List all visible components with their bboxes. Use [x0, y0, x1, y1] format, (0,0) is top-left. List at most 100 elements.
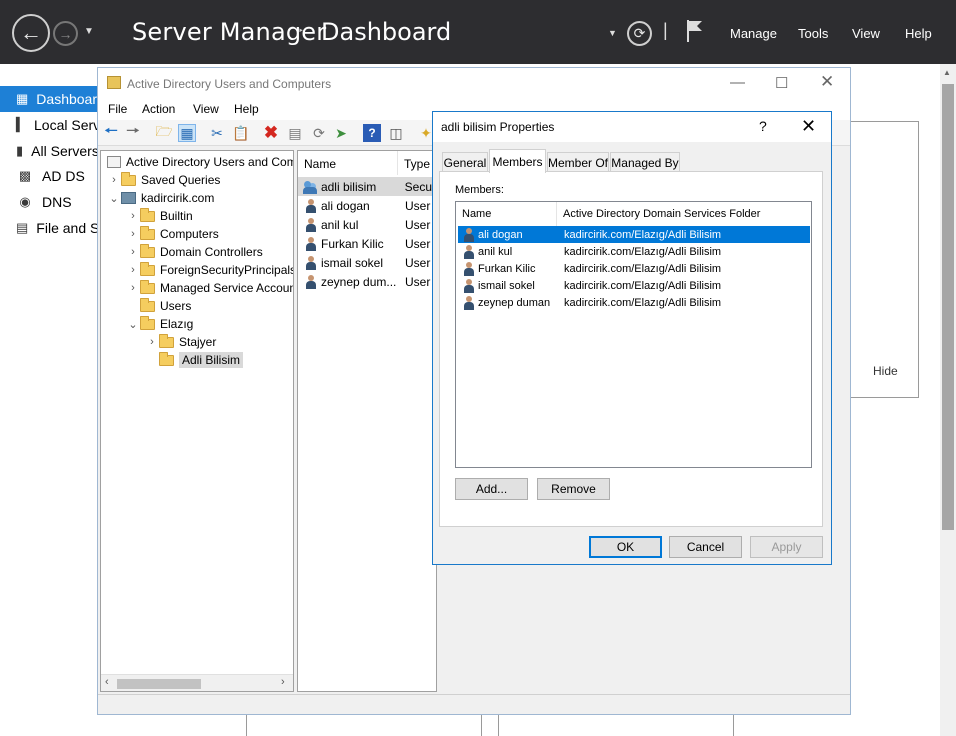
expand-icon[interactable]: › — [107, 174, 121, 186]
menu-help[interactable]: Help — [234, 102, 259, 116]
hide-link[interactable]: Hide — [873, 364, 898, 378]
table-row[interactable]: anil kul kadircirik.com/Elazıg/Adli Bilis… — [458, 243, 810, 260]
horizontal-scrollbar[interactable]: ‹ › — [101, 674, 293, 691]
tree-item-domain-controllers[interactable]: › Domain Controllers — [126, 243, 263, 261]
sidebar-item-local-server[interactable]: ▍ Local Server — [0, 112, 98, 138]
user-icon — [305, 274, 317, 289]
column-header-type[interactable]: Type — [404, 157, 430, 171]
list-item[interactable]: anil kul User — [298, 215, 436, 234]
expand-icon[interactable]: › — [126, 264, 140, 276]
column-divider[interactable] — [397, 151, 398, 175]
expand-icon[interactable]: › — [126, 246, 140, 258]
list-item[interactable]: ali dogan User — [298, 196, 436, 215]
sidebar-item-ad-ds[interactable]: ▩ AD DS — [0, 163, 98, 189]
list-item[interactable]: zeynep dum... User — [298, 272, 436, 291]
tree-item-elazig[interactable]: ⌄ Elazıg — [126, 315, 193, 333]
show-tree-icon[interactable]: ▦ — [178, 124, 196, 142]
cancel-button[interactable]: Cancel — [669, 536, 742, 558]
copy-icon[interactable]: 📋 — [232, 124, 250, 142]
back-arrow-icon[interactable]: ← — [12, 14, 50, 52]
export-list-icon[interactable]: ➤ — [332, 124, 350, 142]
tree-item-label: Builtin — [160, 209, 193, 223]
history-dropdown-icon[interactable]: ▼ — [84, 26, 94, 37]
table-row[interactable]: ali dogan kadircirik.com/Elazıg/Adli Bili… — [458, 226, 810, 243]
tree-item-saved-queries[interactable]: › Saved Queries — [107, 171, 220, 189]
tree-item-stajyer[interactable]: › Stajyer — [145, 333, 216, 351]
expand-icon[interactable]: › — [126, 282, 140, 294]
back-icon[interactable]: 🠔 — [102, 123, 120, 142]
expand-icon[interactable]: › — [126, 210, 140, 222]
remove-button[interactable]: Remove — [537, 478, 610, 500]
console-icon[interactable]: ◫ — [387, 124, 405, 142]
menu-file[interactable]: File — [108, 102, 127, 116]
collapse-icon[interactable]: ⌄ — [107, 192, 121, 205]
sidebar-item-dns[interactable]: ◉ DNS — [0, 189, 98, 215]
tab-managed-by[interactable]: Managed By — [610, 152, 680, 172]
expand-icon[interactable]: › — [145, 336, 159, 348]
help-icon[interactable]: ? — [363, 124, 381, 142]
delete-icon[interactable]: ✖ — [262, 123, 280, 142]
menu-help[interactable]: Help — [905, 26, 932, 41]
scroll-up-icon[interactable]: ▲ — [943, 68, 951, 77]
tree-item-foreign-security-principals[interactable]: › ForeignSecurityPrincipals — [126, 261, 293, 279]
dropdown-icon[interactable]: ▼ — [608, 28, 617, 38]
forward-icon[interactable]: 🠖 — [124, 123, 142, 142]
properties-icon[interactable]: ▤ — [286, 124, 304, 142]
tree-item-adli-bilisim[interactable]: Adli Bilisim — [145, 351, 244, 369]
sidebar-item-label: AD DS — [42, 168, 85, 184]
tree-item-computers[interactable]: › Computers — [126, 225, 219, 243]
close-icon[interactable]: ✕ — [801, 116, 816, 137]
toolbar-divider: | — [663, 20, 668, 40]
results-pane: Name Type adli bilisim Secur ali dogan Use… — [297, 150, 437, 692]
tree-item-label: Saved Queries — [141, 173, 221, 187]
collapse-icon[interactable]: ⌄ — [126, 318, 140, 331]
sidebar-item-file-storage[interactable]: ▤ File and Storage Services — [0, 215, 98, 241]
tree-item-users[interactable]: Users — [126, 297, 191, 315]
scrollbar-thumb[interactable] — [117, 679, 201, 689]
tree-item-builtin[interactable]: › Builtin — [126, 207, 193, 225]
sidebar-item-all-servers[interactable]: ▮ All Servers — [0, 138, 98, 164]
up-folder-icon[interactable]: 🗁 — [155, 123, 173, 142]
forward-arrow-icon[interactable]: → — [53, 21, 78, 46]
tab-member-of[interactable]: Member Of — [547, 152, 609, 172]
cut-icon[interactable]: ✂ — [208, 124, 226, 142]
maximize-icon[interactable]: ☐ — [775, 74, 788, 92]
menu-tools[interactable]: Tools — [798, 26, 828, 41]
table-row[interactable]: ismail sokel kadircirik.com/Elazıg/Adli B… — [458, 277, 810, 294]
table-row[interactable]: Furkan Kilic kadircirik.com/Elazıg/Adli B… — [458, 260, 810, 277]
members-list[interactable]: Name Active Directory Domain Services Fo… — [455, 201, 812, 468]
tree-root[interactable]: Active Directory Users and Computers — [107, 153, 293, 171]
expand-icon[interactable]: › — [126, 228, 140, 240]
ok-button[interactable]: OK — [589, 536, 662, 558]
tree-item-managed-service-accounts[interactable]: › Managed Service Accounts — [126, 279, 293, 297]
menu-view[interactable]: View — [193, 102, 219, 116]
folder-icon — [140, 243, 155, 258]
column-header-name[interactable]: Name — [456, 202, 557, 226]
scrollbar-thumb[interactable] — [942, 84, 954, 530]
flag-icon[interactable] — [685, 18, 705, 44]
add-button[interactable]: Add... — [455, 478, 528, 500]
apply-button[interactable]: Apply — [750, 536, 823, 558]
tab-members[interactable]: Members — [489, 149, 546, 173]
scroll-left-icon[interactable]: ‹ — [105, 676, 109, 688]
menu-manage[interactable]: Manage — [730, 26, 777, 41]
table-row[interactable]: zeynep duman kadircirik.com/Elazıg/Adli B… — [458, 294, 810, 311]
sidebar-item-dashboard[interactable]: ▦ Dashboard — [0, 86, 98, 112]
help-button[interactable]: ? — [759, 118, 767, 134]
list-item[interactable]: Furkan Kilic User — [298, 234, 436, 253]
list-item[interactable]: ismail sokel User — [298, 253, 436, 272]
menu-action[interactable]: Action — [142, 102, 175, 116]
dashboard-tile — [850, 121, 919, 398]
list-item[interactable]: adli bilisim Secur — [298, 177, 436, 196]
refresh-icon[interactable]: ⟳ — [310, 124, 328, 142]
scroll-right-icon[interactable]: › — [281, 676, 285, 688]
menu-view[interactable]: View — [852, 26, 880, 41]
column-header-folder[interactable]: Active Directory Domain Services Folder — [557, 202, 811, 226]
column-header-name[interactable]: Name — [304, 157, 336, 171]
tree-item-domain[interactable]: ⌄ kadircirik.com — [107, 189, 214, 207]
tab-general[interactable]: General — [442, 152, 488, 172]
user-icon — [463, 295, 475, 310]
refresh-icon[interactable]: ⟳ — [627, 21, 652, 46]
minimize-icon[interactable]: — — [730, 74, 745, 91]
close-icon[interactable]: ✕ — [820, 72, 834, 92]
